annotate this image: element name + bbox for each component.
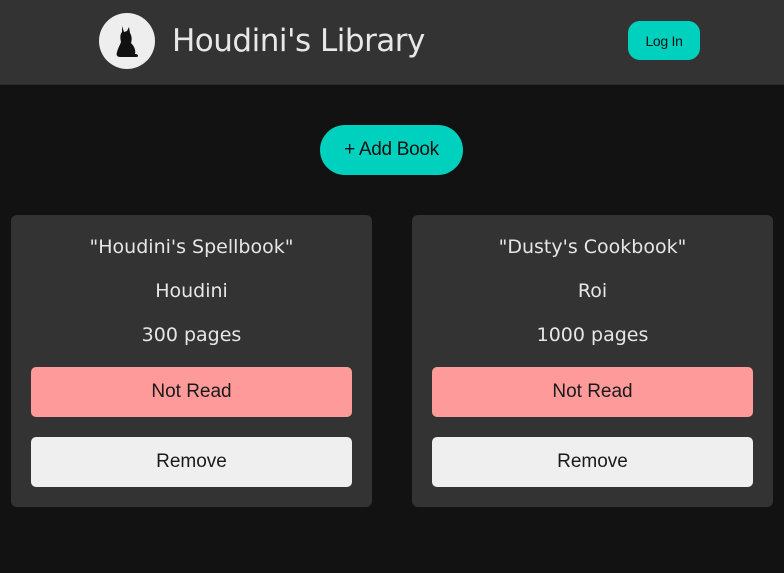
remove-book-button[interactable]: Remove [432, 437, 753, 487]
app-title: Houdini's Library [172, 23, 425, 59]
book-title: "Dusty's Cookbook" [498, 236, 687, 258]
book-pages: 1000 pages [536, 324, 649, 346]
book-pages: 300 pages [141, 324, 242, 346]
read-status-toggle-button[interactable]: Not Read [31, 367, 352, 417]
book-card: "Dusty's Cookbook" Roi 1000 pages Not Re… [412, 215, 773, 507]
book-card: "Houdini's Spellbook" Houdini 300 pages … [11, 215, 372, 507]
add-book-button[interactable]: + Add Book [320, 125, 463, 175]
remove-book-button[interactable]: Remove [31, 437, 352, 487]
read-status-toggle-button[interactable]: Not Read [432, 367, 753, 417]
book-title: "Houdini's Spellbook" [89, 236, 294, 258]
app-header: Houdini's Library Log In [0, 0, 784, 85]
book-author: Roi [577, 280, 608, 302]
cat-silhouette-icon [116, 26, 139, 57]
book-author: Houdini [155, 280, 228, 302]
logo[interactable] [99, 13, 155, 69]
login-button[interactable]: Log In [628, 21, 700, 60]
